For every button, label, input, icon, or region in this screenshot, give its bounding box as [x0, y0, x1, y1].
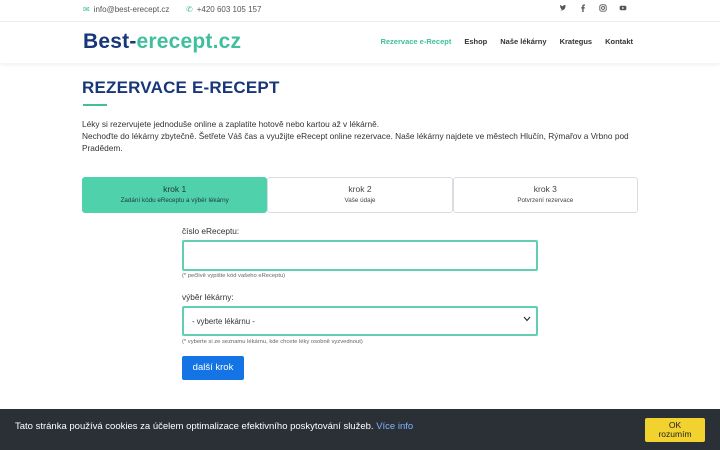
facebook-icon[interactable] [573, 4, 593, 16]
intro-line-2: Nechoďte do lékárny zbytečně. Šetřete Vá… [82, 131, 629, 153]
site-header: Best-erecept.cz Rezervace e-Recept Eshop… [0, 22, 720, 63]
nav-item-krategus[interactable]: Krategus [560, 37, 593, 46]
step-tabs: krok 1 Zadání kódu eReceptu a výběr léká… [82, 177, 638, 213]
step-1-subtitle: Zadání kódu eReceptu a výběr lékárny [120, 197, 229, 204]
pharmacy-select[interactable]: - vyberte lékárnu - [182, 306, 538, 336]
cookie-text: Tato stránka používá cookies za účelem o… [15, 421, 413, 432]
email-text[interactable]: info@best-erecept.cz [94, 5, 170, 14]
main-nav: Rezervace e-Recept Eshop Naše lékárny Kr… [367, 37, 633, 46]
nav-item-rezervace[interactable]: Rezervace e-Recept [380, 37, 451, 46]
step-1-title: krok 1 [163, 184, 187, 194]
twitter-icon[interactable] [553, 4, 573, 16]
cookie-message: Tato stránka používá cookies za účelem o… [15, 421, 374, 432]
nav-item-kontakt[interactable]: Kontakt [605, 37, 633, 46]
cookie-banner: Tato stránka používá cookies za účelem o… [0, 409, 720, 450]
nav-item-lekarny[interactable]: Naše lékárny [500, 37, 546, 46]
step-2-subtitle: Vaše údaje [344, 197, 376, 204]
pharmacy-selected-value: - vyberte lékárnu - [192, 317, 255, 326]
step-1-tab[interactable]: krok 1 Zadání kódu eReceptu a výběr léká… [82, 177, 268, 213]
top-bar: ✉ info@best-erecept.cz ✆ +420 603 105 15… [0, 0, 720, 22]
cookie-ok-line2: rozumím [658, 429, 692, 439]
logo-part2: erecept.cz [136, 30, 242, 53]
pharmacy-label: výběr lékárny: [182, 292, 234, 302]
youtube-icon[interactable] [613, 4, 633, 16]
code-hint: (* pečlivě vypište kód vašeho eReceptu) [182, 273, 286, 279]
next-step-button[interactable]: další krok [182, 356, 244, 380]
instagram-icon[interactable] [593, 4, 613, 16]
step-3-tab[interactable]: krok 3 Potvrzení rezervace [452, 177, 638, 213]
nav-item-eshop[interactable]: Eshop [464, 37, 487, 46]
email-contact[interactable]: ✉ info@best-erecept.cz [83, 5, 169, 14]
cookie-accept-button[interactable]: OK rozumím [645, 418, 705, 442]
step-2-title: krok 2 [348, 184, 372, 194]
page-title: REZERVACE E-RECEPT [82, 78, 280, 97]
chevron-down-icon [523, 316, 531, 324]
intro-line-1: Léky si rezervujete jednoduše online a z… [82, 119, 380, 129]
step-3-title: krok 3 [533, 184, 557, 194]
site-logo[interactable]: Best-erecept.cz [83, 30, 241, 54]
envelope-icon: ✉ [83, 5, 90, 14]
logo-part1: Best- [83, 30, 137, 53]
code-label: číslo eReceptu: [182, 226, 240, 236]
step-3-subtitle: Potvrzení rezervace [517, 197, 574, 204]
phone-contact[interactable]: ✆ +420 603 105 157 [186, 5, 261, 14]
phone-text[interactable]: +420 603 105 157 [197, 5, 262, 14]
social-links [553, 4, 633, 16]
phone-icon: ✆ [186, 5, 193, 14]
pharmacy-hint: (* vyberte si ze seznamu lékárnu, kde ch… [182, 339, 363, 345]
title-underline [83, 104, 107, 106]
cookie-more-link[interactable]: Více info [376, 421, 413, 432]
ereceipt-code-input[interactable] [182, 240, 538, 271]
step-2-tab[interactable]: krok 2 Vaše údaje [267, 177, 453, 213]
intro-text: Léky si rezervujete jednoduše online a z… [82, 118, 642, 154]
